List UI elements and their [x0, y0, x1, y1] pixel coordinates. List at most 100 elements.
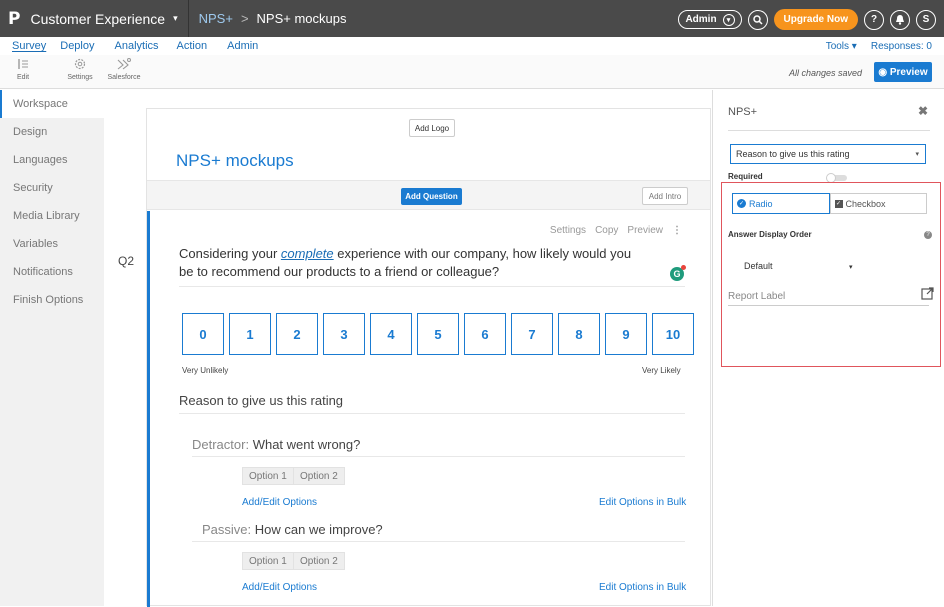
- scale-option-4[interactable]: 4: [370, 313, 412, 355]
- breadcrumb-parent[interactable]: NPS+: [199, 11, 233, 26]
- question-text-start: Considering your: [179, 246, 281, 261]
- scale-option-8[interactable]: 8: [558, 313, 600, 355]
- preview-button[interactable]: ◉ Preview: [874, 62, 932, 82]
- salesforce-tool[interactable]: Salesforce: [104, 57, 144, 81]
- checkbox-icon: ✓: [834, 199, 843, 208]
- passive-question[interactable]: Passive: How can we improve?: [192, 522, 383, 537]
- menu-right: Tools ▾ Responses: 0: [826, 41, 932, 52]
- menu-action[interactable]: Action: [177, 40, 208, 52]
- user-avatar[interactable]: S: [916, 9, 936, 30]
- menu-admin[interactable]: Admin: [227, 40, 258, 52]
- admin-dropdown[interactable]: Admin ▾: [678, 10, 742, 29]
- passive-prefix: Passive:: [202, 522, 252, 537]
- product-switcher[interactable]: P Customer Experience ▾: [0, 0, 178, 37]
- scale-option-9[interactable]: 9: [605, 313, 647, 355]
- passive-option-2[interactable]: Option 2: [293, 552, 345, 570]
- help-icon[interactable]: ?: [864, 9, 884, 30]
- salesforce-label: Salesforce: [107, 74, 141, 81]
- scale-option-5[interactable]: 5: [417, 313, 459, 355]
- scale-label-low[interactable]: Very Unlikely: [182, 366, 228, 375]
- edit-label: Edit: [16, 74, 30, 81]
- menu-analytics[interactable]: Analytics: [115, 40, 159, 52]
- chevron-down-icon[interactable]: ▾: [849, 263, 853, 271]
- settings-label: Settings: [67, 74, 93, 81]
- search-icon[interactable]: [747, 9, 768, 30]
- question-settings-link[interactable]: Settings: [550, 225, 586, 236]
- top-navigation-bar: P Customer Experience ▾ NPS+ > NPS+ mock…: [0, 0, 944, 37]
- question-number: Q2: [118, 254, 135, 268]
- question-preview-link[interactable]: Preview: [627, 225, 663, 236]
- sidebar-item-languages[interactable]: Languages: [0, 146, 104, 174]
- add-logo-button[interactable]: Add Logo: [409, 119, 455, 137]
- scale-option-6[interactable]: 6: [464, 313, 506, 355]
- survey-canvas: Add Logo NPS+ mockups Add Question Add I…: [146, 108, 711, 607]
- left-sidebar: Workspace Design Languages Security Medi…: [0, 90, 104, 606]
- question-text[interactable]: Considering your complete experience wit…: [179, 245, 649, 281]
- divider: [192, 456, 685, 457]
- detractor-option-2[interactable]: Option 2: [293, 467, 345, 485]
- notification-bell-icon[interactable]: [890, 9, 910, 30]
- scale-option-2[interactable]: 2: [276, 313, 318, 355]
- chevron-down-icon[interactable]: ▾: [173, 13, 178, 24]
- detractor-option-1[interactable]: Option 1: [242, 467, 294, 485]
- more-options-icon[interactable]: ⋮: [672, 225, 682, 236]
- checkbox-option[interactable]: ✓ Checkbox: [829, 193, 927, 214]
- passive-edit-bulk-link[interactable]: Edit Options in Bulk: [599, 582, 686, 593]
- add-intro-button[interactable]: Add Intro: [642, 187, 688, 205]
- answer-type-segmented-control: ✓ Radio ✓ Checkbox: [732, 193, 927, 214]
- report-label-input[interactable]: Report Label: [728, 291, 785, 302]
- question-actions: Settings Copy Preview ⋮: [550, 225, 682, 236]
- survey-title[interactable]: NPS+ mockups: [176, 151, 294, 171]
- checkbox-label: Checkbox: [845, 198, 886, 209]
- radio-label: Radio: [749, 198, 773, 209]
- menu-deploy[interactable]: Deploy: [60, 40, 94, 52]
- scale-option-3[interactable]: 3: [323, 313, 365, 355]
- help-icon[interactable]: ?: [924, 231, 932, 239]
- responses-count[interactable]: Responses: 0: [871, 41, 932, 52]
- question-block[interactable]: Settings Copy Preview ⋮ Considering your…: [147, 211, 710, 607]
- external-edit-icon[interactable]: [921, 287, 934, 303]
- scale-option-10[interactable]: 10: [652, 313, 694, 355]
- app-name[interactable]: Customer Experience: [30, 11, 165, 27]
- scale-option-1[interactable]: 1: [229, 313, 271, 355]
- detractor-question[interactable]: Detractor: What went wrong?: [192, 437, 360, 452]
- reason-title[interactable]: Reason to give us this rating: [179, 393, 343, 408]
- breadcrumb-separator: >: [240, 11, 249, 26]
- sidebar-item-design[interactable]: Design: [0, 118, 104, 146]
- chevron-down-icon: ▾: [915, 151, 919, 158]
- scale-label-high[interactable]: Very Likely: [642, 366, 681, 375]
- passive-option-1[interactable]: Option 1: [242, 552, 294, 570]
- edit-tool[interactable]: Edit: [3, 57, 43, 81]
- sidebar-item-finish-options[interactable]: Finish Options: [0, 286, 104, 314]
- sidebar-item-notifications[interactable]: Notifications: [0, 258, 104, 286]
- tools-dropdown[interactable]: Tools ▾: [826, 41, 857, 52]
- add-question-button[interactable]: Add Question: [401, 188, 462, 205]
- answer-order-select[interactable]: Default: [744, 261, 773, 271]
- passive-add-edit-options-link[interactable]: Add/Edit Options: [242, 582, 317, 593]
- upgrade-now-button[interactable]: Upgrade Now: [773, 9, 858, 30]
- sidebar-item-security[interactable]: Security: [0, 174, 104, 202]
- divider: [728, 130, 930, 131]
- detractor-edit-bulk-link[interactable]: Edit Options in Bulk: [599, 497, 686, 508]
- input-underline: [728, 305, 929, 306]
- grammarly-icon[interactable]: G: [670, 265, 686, 281]
- question-copy-link[interactable]: Copy: [595, 225, 618, 236]
- sidebar-item-variables[interactable]: Variables: [0, 230, 104, 258]
- sidebar-item-media-library[interactable]: Media Library: [0, 202, 104, 230]
- question-type-select[interactable]: Reason to give us this rating ▾: [730, 144, 926, 164]
- scale-option-0[interactable]: 0: [182, 313, 224, 355]
- radio-option[interactable]: ✓ Radio: [732, 193, 830, 214]
- save-status: All changes saved: [788, 68, 862, 78]
- passive-question-text: How can we improve?: [254, 522, 383, 537]
- add-question-bar: Add Question Add Intro: [147, 180, 710, 210]
- detractor-question-text: What went wrong?: [252, 437, 361, 452]
- menu-survey[interactable]: Survey: [12, 40, 46, 52]
- settings-tool[interactable]: Settings: [60, 57, 100, 81]
- sidebar-item-workspace[interactable]: Workspace: [0, 90, 104, 118]
- scale-option-7[interactable]: 7: [511, 313, 553, 355]
- brand-logo-icon: P: [8, 8, 21, 29]
- admin-label: Admin: [685, 14, 717, 25]
- panel-title: NPS+: [728, 106, 758, 118]
- close-icon[interactable]: ✖: [918, 104, 928, 118]
- detractor-add-edit-options-link[interactable]: Add/Edit Options: [242, 497, 317, 508]
